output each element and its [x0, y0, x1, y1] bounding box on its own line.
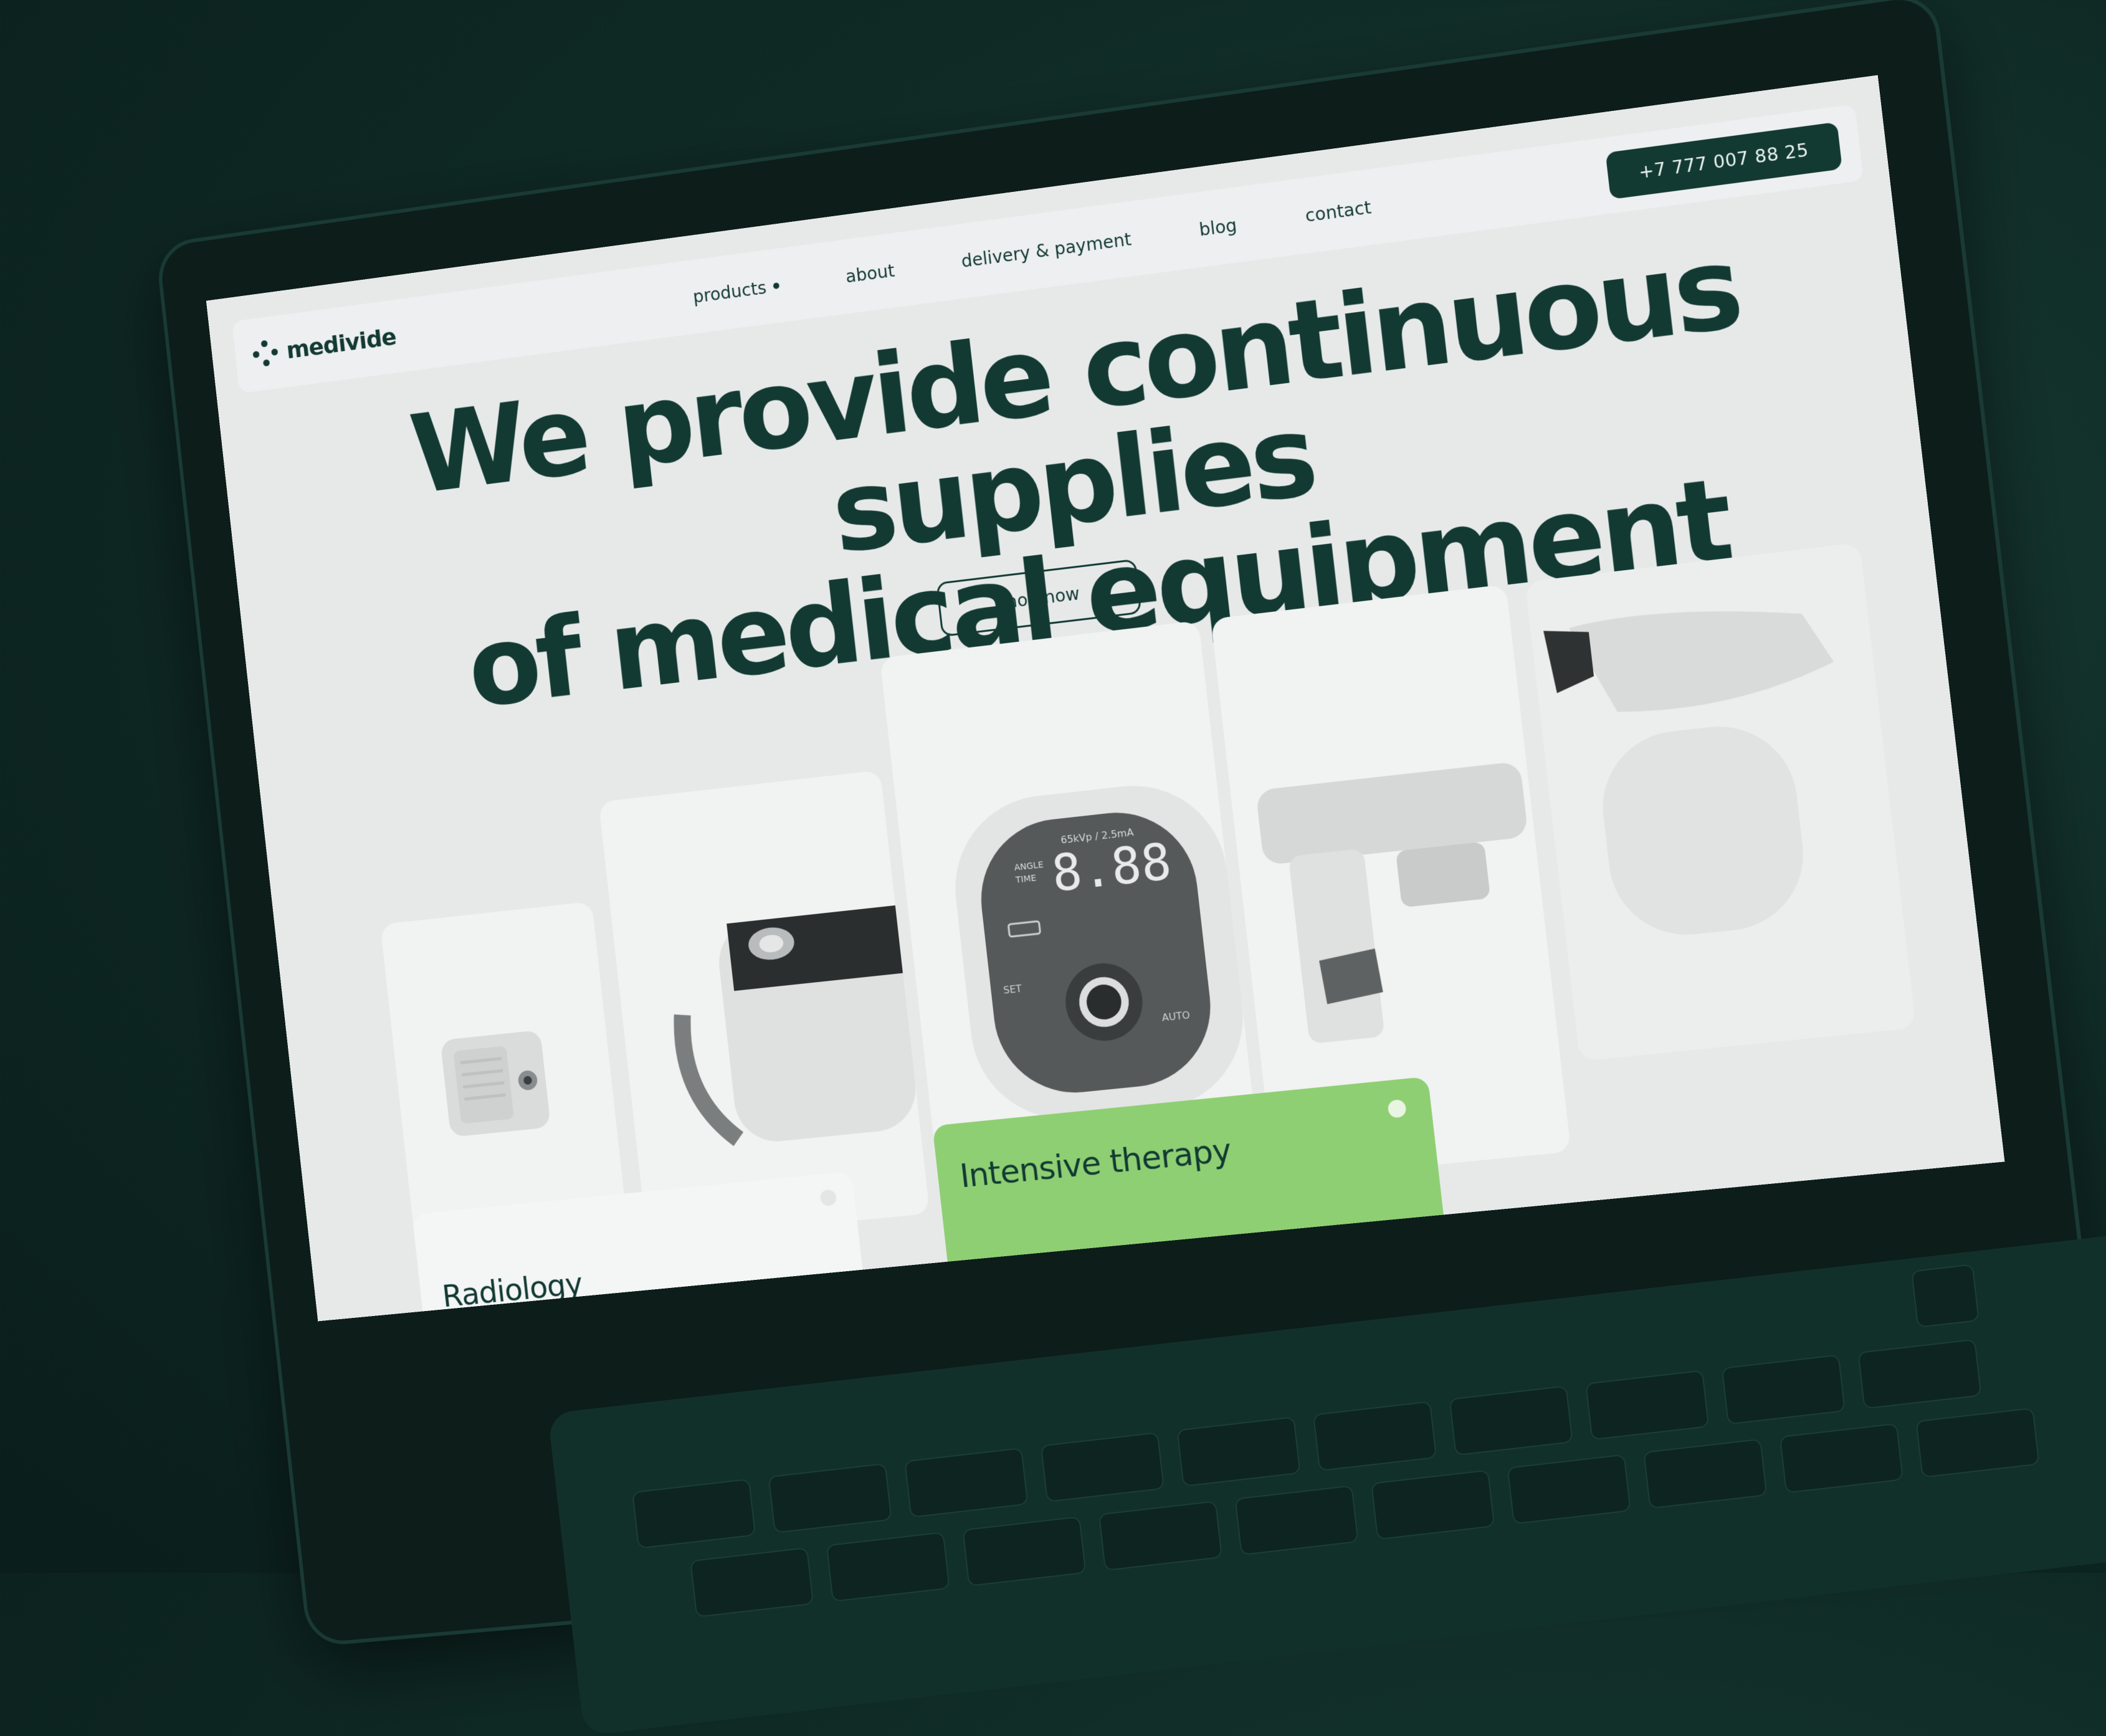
nav-item-delivery[interactable]: delivery & payment: [960, 229, 1132, 272]
nav-item-label: products: [692, 277, 768, 307]
keyboard-key: [1911, 1264, 1980, 1328]
intensive-therapy-title: Intensive therapy: [958, 1132, 1233, 1196]
keyboard-key: [1371, 1469, 1495, 1540]
dot-icon: [773, 282, 780, 290]
dot-icon: [1387, 1099, 1407, 1118]
nav-item-blog[interactable]: blog: [1198, 214, 1238, 240]
keyboard-key: [1857, 1338, 1982, 1409]
keyboard-key: [1040, 1432, 1165, 1503]
nav-item-products[interactable]: products: [692, 275, 780, 307]
keyboard-key: [1449, 1385, 1573, 1456]
nav-item-label: contact: [1304, 196, 1373, 226]
product-card-scanner[interactable]: [1525, 542, 1917, 1062]
camera-device-image: [440, 1029, 551, 1138]
keyboard-key: [1779, 1423, 1904, 1494]
keyboard-key: [1721, 1354, 1846, 1425]
product-card-portable-xray[interactable]: [598, 770, 930, 1241]
portable-xray-device-image: [645, 905, 920, 1176]
keyboard-key: [1098, 1500, 1223, 1571]
keyboard-key: [1176, 1416, 1301, 1487]
keyboard-key: [826, 1532, 950, 1603]
keyboard-key: [962, 1516, 1087, 1587]
keyboard-key: [632, 1478, 756, 1549]
nav-item-label: about: [844, 260, 896, 287]
keyboard-key: [1234, 1485, 1359, 1556]
nav-item-label: blog: [1198, 214, 1238, 241]
phone-number: +7 777 007 88 25: [1637, 139, 1810, 183]
keyboard-key: [690, 1547, 814, 1618]
keyboard-key: [768, 1462, 892, 1533]
nav-item-label: delivery & payment: [960, 228, 1133, 272]
phone-button[interactable]: +7 777 007 88 25: [1605, 122, 1842, 200]
svg-text:SET: SET: [1003, 982, 1022, 996]
keyboard-key: [1312, 1401, 1437, 1472]
logo[interactable]: medivide: [252, 323, 398, 368]
keyboard-key: [1507, 1454, 1631, 1525]
nav-item-about[interactable]: about: [844, 260, 895, 287]
shop-now-label: shop now: [996, 583, 1081, 613]
logo-dots-icon: [252, 338, 280, 368]
dot-icon: [819, 1189, 837, 1207]
keyboard-key: [1643, 1438, 1768, 1509]
xray-arm-device-image: [1256, 761, 1529, 1044]
keyboard-key: [1585, 1370, 1710, 1441]
scanner-device-image: [1543, 593, 1837, 943]
dental-xray-control-panel-image: 65kVp / 2.5mA ANGLE TIME 8.88 SET AUTO: [945, 776, 1253, 1128]
logo-text: medivide: [285, 323, 398, 365]
keyboard-key: [1915, 1407, 2040, 1478]
nav-item-contact[interactable]: contact: [1304, 197, 1372, 226]
keyboard-key: [904, 1447, 1029, 1518]
